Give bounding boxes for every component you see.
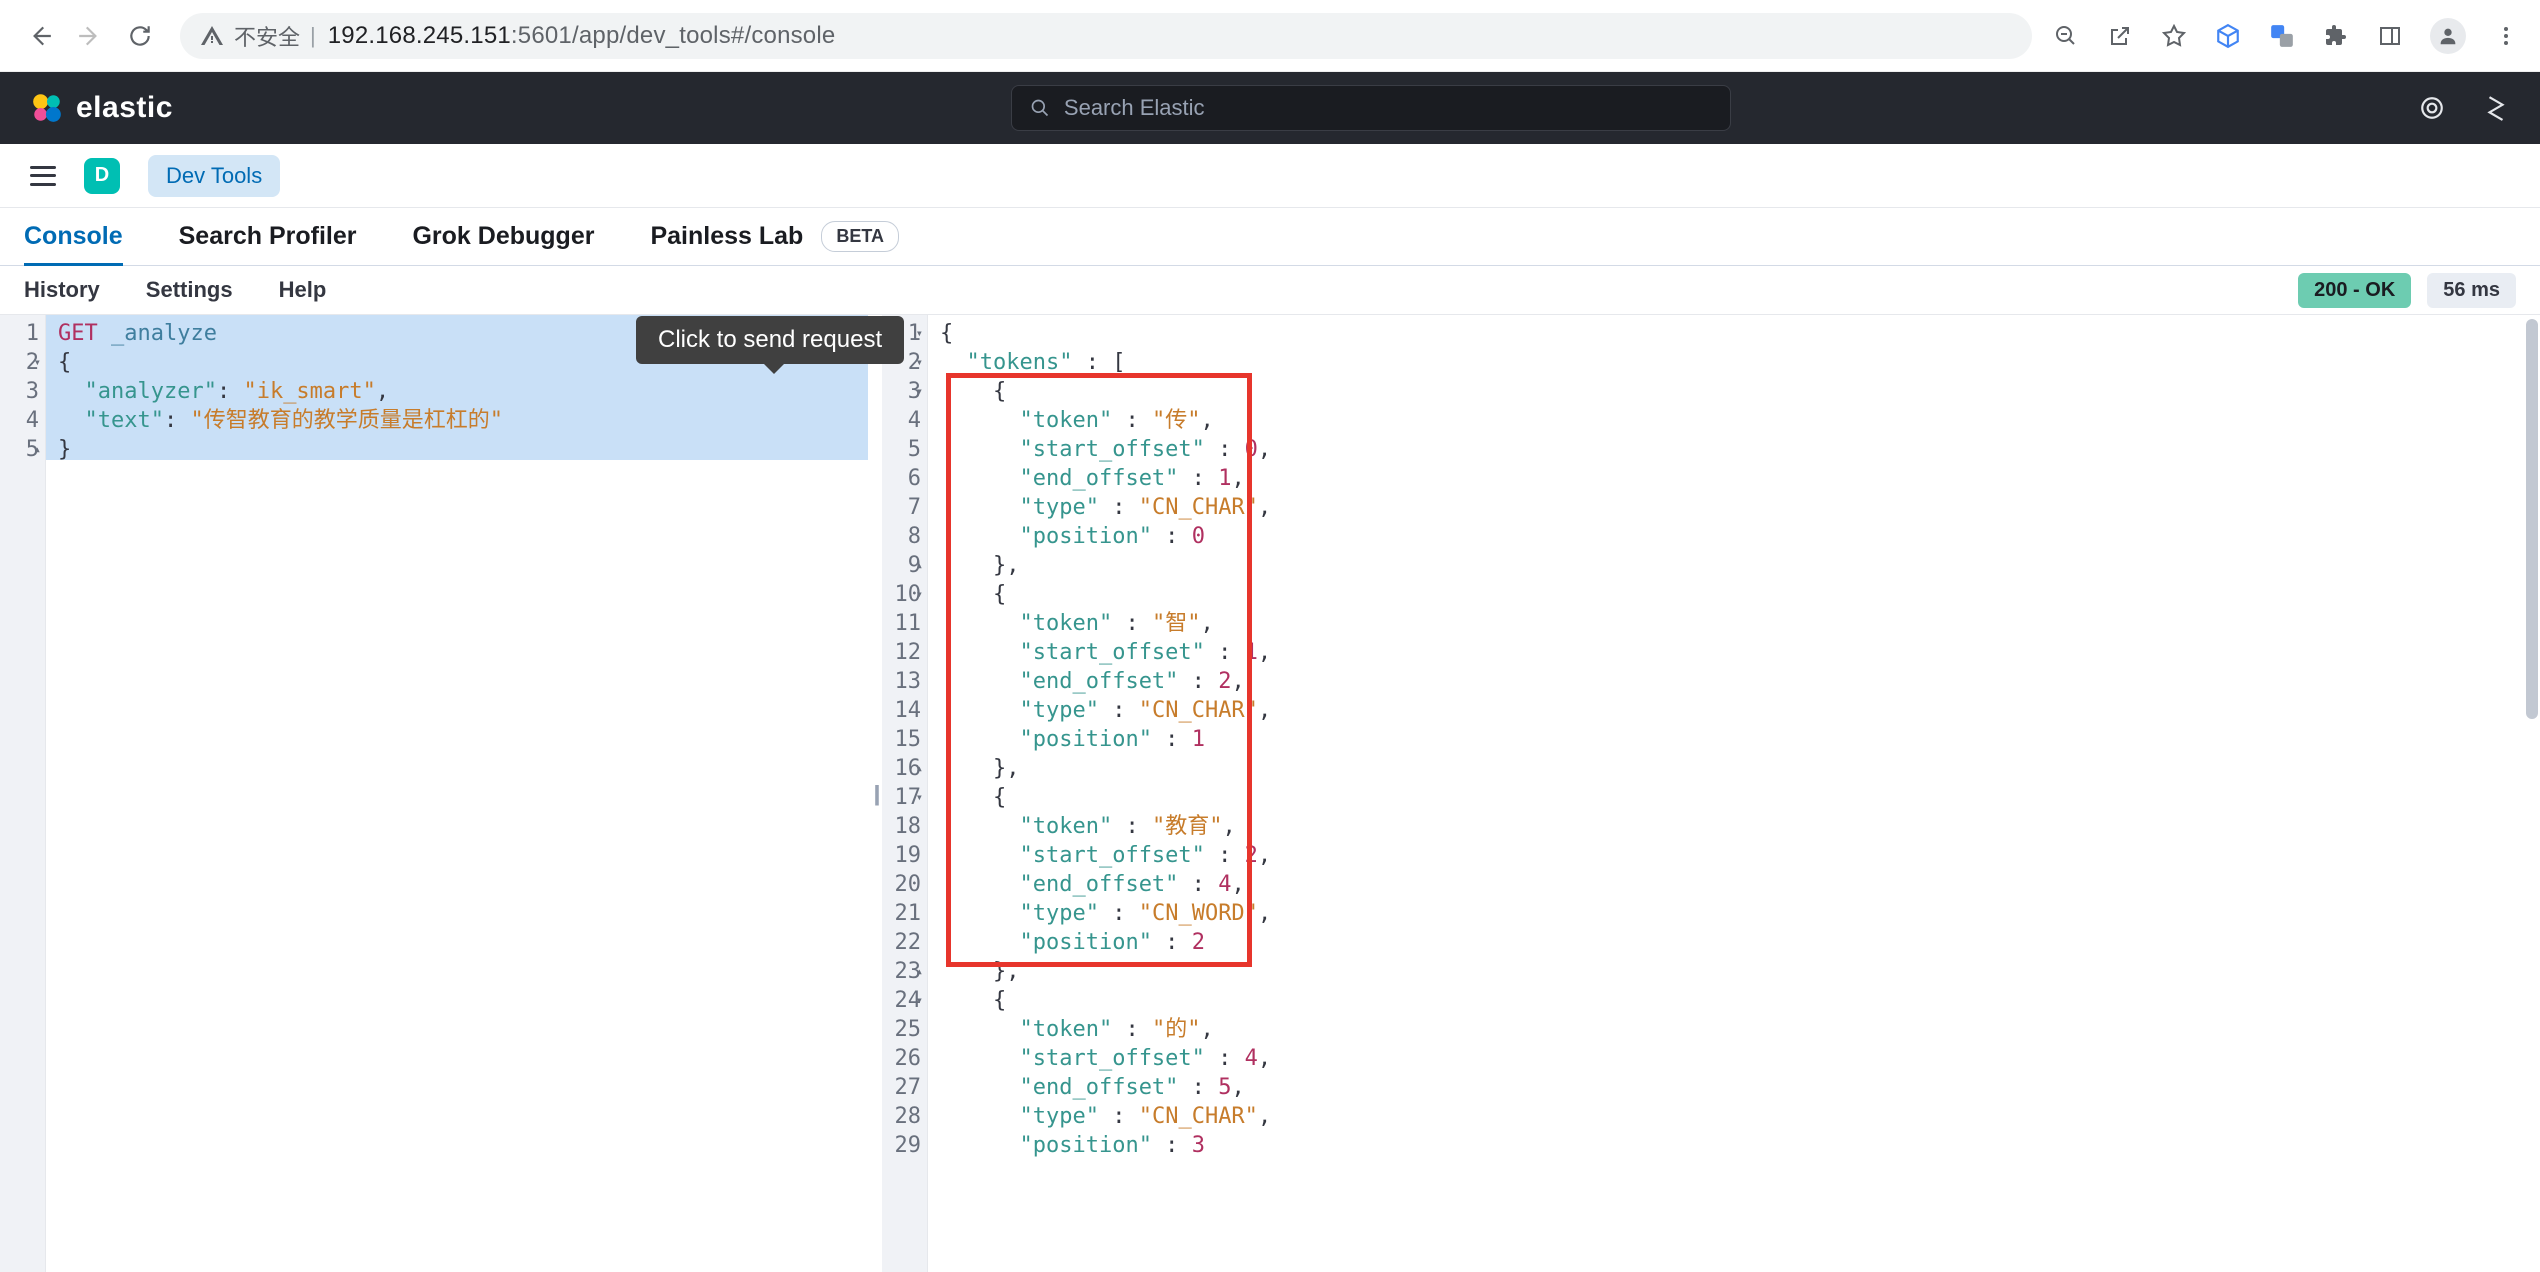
send-request-tooltip: Click to send request xyxy=(636,316,904,364)
tab-search-profiler[interactable]: Search Profiler xyxy=(179,208,357,265)
beta-badge: BETA xyxy=(821,221,899,252)
kebab-menu-icon[interactable] xyxy=(2492,22,2520,50)
elastic-wordmark: elastic xyxy=(76,91,173,125)
newsfeed-icon[interactable] xyxy=(2418,94,2446,122)
share-icon[interactable] xyxy=(2106,22,2134,50)
global-search[interactable]: Search Elastic xyxy=(1011,85,1731,131)
zoom-icon[interactable] xyxy=(2052,22,2080,50)
elastic-header: elastic Search Elastic xyxy=(0,72,2540,144)
security-label: 不安全 xyxy=(234,20,300,52)
response-time: 56 ms xyxy=(2427,273,2516,308)
history-link[interactable]: History xyxy=(24,277,100,303)
reload-icon xyxy=(127,23,153,49)
arrow-right-icon xyxy=(77,23,103,49)
request-pane[interactable]: 12▾345▴ ▶ GET _analyze { "analyzer": "ik… xyxy=(0,315,868,1272)
devtools-tabs: Console Search Profiler Grok Debugger Pa… xyxy=(0,208,2540,266)
request-gutter: 12▾345▴ xyxy=(0,315,46,1272)
pane-divider[interactable]: || xyxy=(868,315,882,1272)
translate-icon[interactable] xyxy=(2268,22,2296,50)
tab-console[interactable]: Console xyxy=(24,208,123,265)
request-code[interactable]: ▶ GET _analyze { "analyzer": "ik_smart",… xyxy=(46,315,868,1272)
browser-actions xyxy=(2052,18,2520,54)
address-bar[interactable]: 不安全 | 192.168.245.151:5601/app/dev_tools… xyxy=(180,13,2032,59)
profile-avatar[interactable] xyxy=(2430,18,2466,54)
reload-button[interactable] xyxy=(120,16,160,56)
kibana-nav-bar: D Dev Tools xyxy=(0,144,2540,208)
response-code[interactable]: { "tokens" : [ { "token" : "传", "start_o… xyxy=(928,315,2540,1272)
back-button[interactable] xyxy=(20,16,60,56)
cube-icon[interactable] xyxy=(2214,22,2242,50)
sidepanel-icon[interactable] xyxy=(2376,22,2404,50)
security-warning: 不安全 | xyxy=(200,20,316,52)
tab-painless-lab[interactable]: Painless Lab xyxy=(650,208,803,265)
settings-link[interactable]: Settings xyxy=(146,277,233,303)
nav-toggle-button[interactable] xyxy=(30,166,56,186)
search-icon xyxy=(1030,98,1050,118)
console-editor: 12▾345▴ ▶ GET _analyze { "analyzer": "ik… xyxy=(0,314,2540,1272)
header-right xyxy=(2418,94,2510,122)
response-status: 200 - OK xyxy=(2298,273,2411,308)
person-icon xyxy=(2437,25,2459,47)
search-placeholder: Search Elastic xyxy=(1064,95,1205,121)
arrow-left-icon xyxy=(27,23,53,49)
warning-triangle-icon xyxy=(200,24,224,48)
response-pane[interactable]: 1▾2▾3▾456789▴10▾111213141516▴17▾18192021… xyxy=(882,315,2540,1272)
space-letter: D xyxy=(95,164,109,187)
breadcrumb-devtools[interactable]: Dev Tools xyxy=(148,155,280,197)
elastic-logo[interactable]: elastic xyxy=(30,91,173,125)
response-gutter: 1▾2▾3▾456789▴10▾111213141516▴17▾18192021… xyxy=(882,315,928,1272)
help-icon[interactable] xyxy=(2482,94,2510,122)
space-badge[interactable]: D xyxy=(84,158,120,194)
browser-toolbar: 不安全 | 192.168.245.151:5601/app/dev_tools… xyxy=(0,0,2540,72)
bookmark-star-icon[interactable] xyxy=(2160,22,2188,50)
url-separator: | xyxy=(310,23,316,49)
help-link[interactable]: Help xyxy=(279,277,327,303)
console-toolbar: History Settings Help 200 - OK 56 ms xyxy=(0,266,2540,314)
drag-handle-icon: || xyxy=(873,781,876,807)
extensions-icon[interactable] xyxy=(2322,22,2350,50)
url-text: 192.168.245.151:5601/app/dev_tools#/cons… xyxy=(328,22,836,50)
forward-button[interactable] xyxy=(70,16,110,56)
elastic-logo-icon xyxy=(30,91,64,125)
tab-grok-debugger[interactable]: Grok Debugger xyxy=(412,208,594,265)
